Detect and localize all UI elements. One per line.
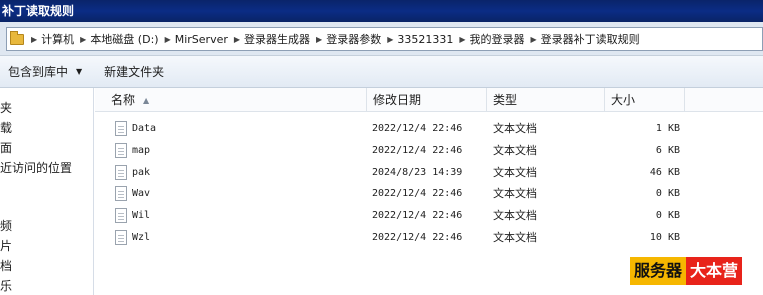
file-date: 2022/12/4 22:46 <box>372 123 463 134</box>
file-size: 1 KB <box>655 123 680 134</box>
breadcrumb-launcher-generator[interactable]: ▶ 登录器生成器 <box>230 28 312 50</box>
chevron-right-icon[interactable]: ▶ <box>387 35 393 44</box>
address-row: ▶ 计算机 ▶ 本地磁盘 (D:) ▶ MirServer ▶ 登录器生成器 ▶ 登录器参… <box>0 22 763 56</box>
column-header-name[interactable]: 名称 ▲ <box>105 88 367 112</box>
file-row[interactable]: Data 2022/12/4 22:46 文本文档 1 KB <box>95 118 763 139</box>
folder-icon <box>7 28 27 50</box>
breadcrumb-my-launcher[interactable]: ▶ 我的登录器 <box>455 28 526 50</box>
dropdown-arrow-icon: ▼ <box>76 67 83 76</box>
chevron-right-icon[interactable]: ▶ <box>31 35 37 44</box>
chevron-right-icon[interactable]: ▶ <box>234 35 240 44</box>
watermark-logo: 服务器 大本营 <box>630 257 743 285</box>
file-name: Wav <box>132 188 151 199</box>
column-header-date[interactable]: 修改日期 <box>367 88 487 112</box>
breadcrumb-patch-rules[interactable]: ▶ 登录器补丁读取规则 <box>527 28 642 50</box>
breadcrumb-launcher-params[interactable]: ▶ 登录器参数 <box>312 28 383 50</box>
nav-item-desktop[interactable]: 面 <box>0 138 12 158</box>
chevron-right-icon[interactable]: ▶ <box>80 35 86 44</box>
chevron-right-icon[interactable]: ▶ <box>316 35 322 44</box>
watermark-part-1: 服务器 <box>630 257 687 285</box>
breadcrumb-mirserver[interactable]: ▶ MirServer <box>161 28 230 50</box>
sort-ascending-icon: ▲ <box>143 96 150 105</box>
breadcrumb-computer[interactable]: ▶ 计算机 <box>27 28 76 50</box>
file-row[interactable]: pak 2024/8/23 14:39 文本文档 46 KB <box>95 162 763 183</box>
file-size: 10 KB <box>649 232 680 243</box>
nav-item-music[interactable]: 乐 <box>0 276 12 295</box>
file-type: 文本文档 <box>493 209 537 222</box>
nav-item-recent-places[interactable]: 近访问的位置 <box>0 158 72 178</box>
file-size: 6 KB <box>655 145 680 156</box>
breadcrumb-local-disk[interactable]: ▶ 本地磁盘 (D:) <box>76 28 160 50</box>
file-date: 2022/12/4 22:46 <box>372 232 463 243</box>
file-size: 0 KB <box>655 210 680 221</box>
file-row[interactable]: Wzl 2022/12/4 22:46 文本文档 10 KB <box>95 227 763 248</box>
text-file-icon <box>115 186 127 201</box>
chevron-right-icon[interactable]: ▶ <box>165 35 171 44</box>
file-type: 文本文档 <box>493 187 537 200</box>
column-header-size[interactable]: 大小 <box>605 88 685 112</box>
text-file-icon <box>115 121 127 136</box>
file-row[interactable]: Wav 2022/12/4 22:46 文本文档 0 KB <box>95 183 763 204</box>
column-header-row: 名称 ▲ 修改日期 类型 大小 <box>95 88 763 112</box>
file-date: 2022/12/4 22:46 <box>372 188 463 199</box>
nav-item-favorites[interactable]: 夹 <box>0 98 12 118</box>
file-name: Data <box>132 123 157 134</box>
file-type: 文本文档 <box>493 144 537 157</box>
command-toolbar: 包含到库中 ▼ 新建文件夹 <box>0 56 763 88</box>
include-in-library-button[interactable]: 包含到库中 ▼ <box>0 60 90 84</box>
file-type: 文本文档 <box>493 166 537 179</box>
new-folder-button[interactable]: 新建文件夹 <box>96 60 172 84</box>
text-file-icon <box>115 165 127 180</box>
file-name: pak <box>132 167 151 178</box>
breadcrumb-id[interactable]: ▶ 33521331 <box>383 28 455 50</box>
chevron-right-icon[interactable]: ▶ <box>531 35 537 44</box>
file-date: 2022/12/4 22:46 <box>372 210 463 221</box>
file-row[interactable]: Wil 2022/12/4 22:46 文本文档 0 KB <box>95 205 763 226</box>
watermark-part-2: 大本营 <box>686 257 743 285</box>
text-file-icon <box>115 143 127 158</box>
text-file-icon <box>115 230 127 245</box>
address-bar[interactable]: ▶ 计算机 ▶ 本地磁盘 (D:) ▶ MirServer ▶ 登录器生成器 ▶ 登录器参… <box>6 27 763 51</box>
nav-item-documents[interactable]: 档 <box>0 256 12 276</box>
text-file-icon <box>115 208 127 223</box>
file-name: Wil <box>132 210 151 221</box>
column-header-type[interactable]: 类型 <box>487 88 605 112</box>
file-row[interactable]: map 2022/12/4 22:46 文本文档 6 KB <box>95 140 763 161</box>
file-date: 2022/12/4 22:46 <box>372 145 463 156</box>
file-name: Wzl <box>132 232 151 243</box>
nav-item-downloads[interactable]: 载 <box>0 118 12 138</box>
file-size: 0 KB <box>655 188 680 199</box>
file-type: 文本文档 <box>493 231 537 244</box>
chevron-right-icon[interactable]: ▶ <box>459 35 465 44</box>
file-name: map <box>132 145 151 156</box>
file-size: 46 KB <box>649 167 680 178</box>
navigation-pane: 夹 载 面 近访问的位置 频 片 档 乐 <box>0 88 94 295</box>
file-type: 文本文档 <box>493 122 537 135</box>
nav-item-pictures[interactable]: 片 <box>0 236 12 256</box>
window-title: 补丁读取规则 <box>2 4 75 18</box>
nav-item-videos[interactable]: 频 <box>0 216 12 236</box>
title-bar: 补丁读取规则 <box>0 0 763 22</box>
file-date: 2024/8/23 14:39 <box>372 167 463 178</box>
